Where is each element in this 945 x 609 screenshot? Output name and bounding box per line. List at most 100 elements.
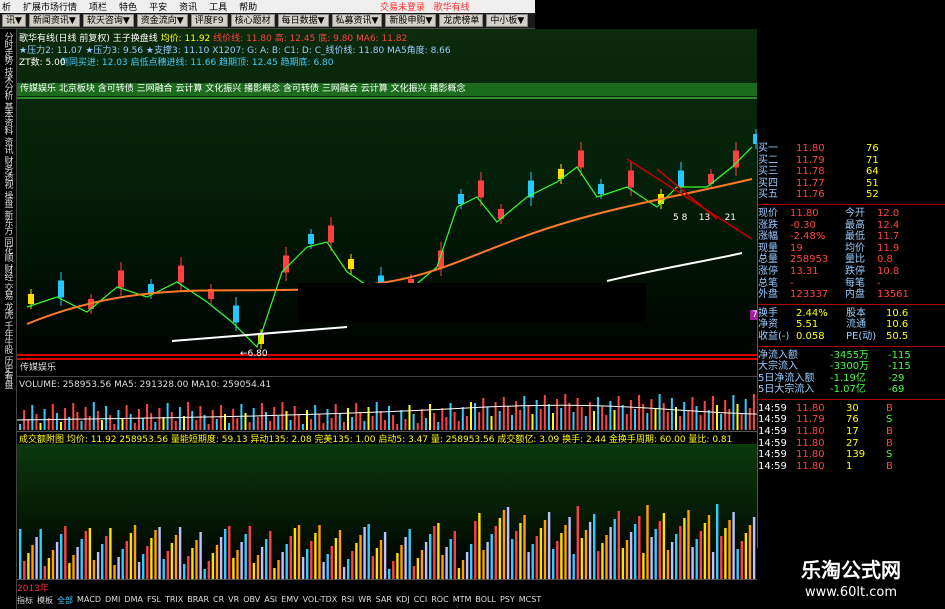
indicator-tab[interactable]: MCST (519, 595, 541, 606)
volume-bar (60, 422, 62, 430)
menu-item[interactable]: 扩展市场行情 (23, 0, 77, 13)
tick-volume: 76 (846, 414, 859, 426)
vertical-nav-item[interactable]: 财务透视 (2, 156, 15, 188)
indicator-bar (523, 515, 526, 579)
indicator-tab[interactable]: MACD (77, 595, 101, 606)
indicator-tab[interactable]: WR (358, 595, 371, 606)
indicator-tab[interactable]: ASI (264, 595, 277, 606)
vertical-nav-item[interactable]: 同花顺 (2, 237, 15, 261)
indicator-line3: 倒同买进: 12.03 启低点穗进线: 11.66 趋期顶: 12.45 趋期底… (60, 58, 334, 68)
function-tab[interactable]: 讯▼ (2, 14, 26, 27)
function-tab[interactable]: 新股申购▼ (385, 14, 437, 27)
menu-item[interactable]: 析 (2, 0, 11, 13)
indicator-tab[interactable]: TRIX (165, 595, 183, 606)
vertical-nav-item[interactable]: 基本资料 (2, 102, 15, 134)
function-tab[interactable]: 每日数据▼ (277, 14, 329, 27)
vertical-nav-item[interactable]: 技术分析 (2, 67, 15, 99)
vertical-nav-item[interactable]: 千年牛股 (2, 321, 15, 353)
volume-bar (498, 411, 501, 430)
volume-bar (158, 408, 161, 430)
indicator-tab[interactable]: MTM (453, 595, 472, 606)
vertical-nav-item[interactable]: 操盘 (2, 191, 15, 207)
indicator-tab[interactable]: RSI (341, 595, 354, 606)
indicator-tab[interactable]: CR (213, 595, 224, 606)
function-tab[interactable]: 新闻资讯▼ (28, 14, 80, 27)
indicator-tab[interactable]: VOL-TDX (303, 595, 338, 606)
indicator-tab[interactable]: DMA (124, 595, 143, 606)
indicator-bar (527, 552, 530, 579)
concept-strip: 传媒娱乐 北京板块 含可转债 三网融合 云计算 文化振兴 播影概念 含可转债 三… (17, 83, 757, 96)
indicator-tab[interactable]: EMV (281, 595, 298, 606)
market-status: 歌华有线 (433, 3, 470, 13)
watermark-title: 乐淘公式网 (801, 558, 901, 582)
volume-bar (572, 412, 575, 430)
indicator-tab[interactable]: FSL (147, 595, 161, 606)
indicator-tab[interactable]: ROC (431, 595, 448, 606)
indicator-tab[interactable]: DMI (105, 595, 120, 606)
volume-bar (252, 408, 255, 430)
volume-bar (695, 406, 698, 430)
indicator-tab[interactable]: PSY (500, 595, 515, 606)
candle-body (438, 250, 444, 268)
volume-bar (351, 417, 354, 430)
vertical-nav-item[interactable]: 龙虎 (2, 302, 15, 318)
indicator-tab[interactable]: 指标 (17, 595, 33, 606)
volume-bar (265, 412, 267, 430)
vertical-nav-item[interactable]: 分时走势 (2, 32, 15, 64)
menu-item[interactable]: 平安 (149, 0, 167, 13)
indicator-tab[interactable]: SAR (376, 595, 392, 606)
volume-bar (191, 411, 194, 430)
indicator-bar (375, 548, 379, 579)
volume-bar (490, 416, 493, 430)
indicator-tab[interactable]: CCI (414, 595, 428, 606)
indicator-bar (478, 513, 481, 579)
function-tab[interactable]: 软天咨询▼ (82, 14, 134, 27)
indicator-tab[interactable]: OBV (243, 595, 260, 606)
function-tab[interactable]: 私募资讯▼ (331, 14, 383, 27)
stat-key: 收益(-) (758, 330, 790, 342)
indicator-tab[interactable]: BRAR (187, 595, 209, 606)
flow-value: -1.19亿 (830, 372, 866, 384)
bid-volume: 71 (866, 154, 879, 166)
indicator-bar (35, 537, 38, 579)
vertical-nav-item[interactable]: 交易 (2, 283, 15, 299)
volume-bar (117, 410, 120, 430)
volume-bar (392, 415, 395, 430)
indicator-tab[interactable]: 全部 (57, 595, 73, 606)
volume-bar (441, 408, 444, 430)
volume-bar (457, 421, 460, 430)
watermark: 乐淘公式网 www.60lt.com (757, 548, 945, 609)
menu-item[interactable]: 帮助 (239, 0, 257, 13)
indicator-bar (187, 556, 190, 579)
login-status[interactable]: 交易未登录 (380, 3, 425, 13)
volume-bar (273, 407, 276, 430)
indicator-bar (72, 555, 75, 579)
volume-bar (183, 416, 185, 430)
indicator-bar (416, 558, 420, 579)
indicator-bar (252, 563, 256, 579)
menu-item[interactable]: 项栏 (89, 0, 107, 13)
indicator-tab[interactable]: BOLL (475, 595, 496, 606)
volume-bar (453, 412, 456, 430)
stat-value: 12.4 (877, 219, 900, 231)
function-tab[interactable]: 评度F9 (190, 14, 228, 27)
indicator-tab[interactable]: 模板 (37, 595, 53, 606)
menu-item[interactable]: 工具 (209, 0, 227, 13)
function-tab[interactable]: 龙虎榜单 (439, 14, 484, 27)
indicator-tab[interactable]: VR (228, 595, 239, 606)
quote-row: 买四 11.77 51 (758, 178, 945, 190)
function-tab[interactable]: 核心题材 (230, 14, 275, 27)
function-tab[interactable]: 中小板▼ (486, 14, 529, 27)
vertical-nav-item[interactable]: 历史看盘 (2, 356, 15, 388)
volume-bar (621, 405, 624, 430)
vertical-nav-item[interactable]: 财经 (2, 264, 15, 280)
bid-volume: 52 (866, 189, 879, 201)
indicator-bar (593, 514, 596, 579)
vertical-nav-item[interactable]: 新东方 (2, 210, 15, 234)
indicator-tab[interactable]: KDJ (396, 595, 410, 606)
indicator-bar (383, 532, 387, 579)
vertical-nav-item[interactable]: 资讯 (2, 137, 15, 153)
function-tab[interactable]: 资金流向▼ (136, 14, 188, 27)
menu-item[interactable]: 特色 (119, 0, 137, 13)
menu-item[interactable]: 资讯 (179, 0, 197, 13)
